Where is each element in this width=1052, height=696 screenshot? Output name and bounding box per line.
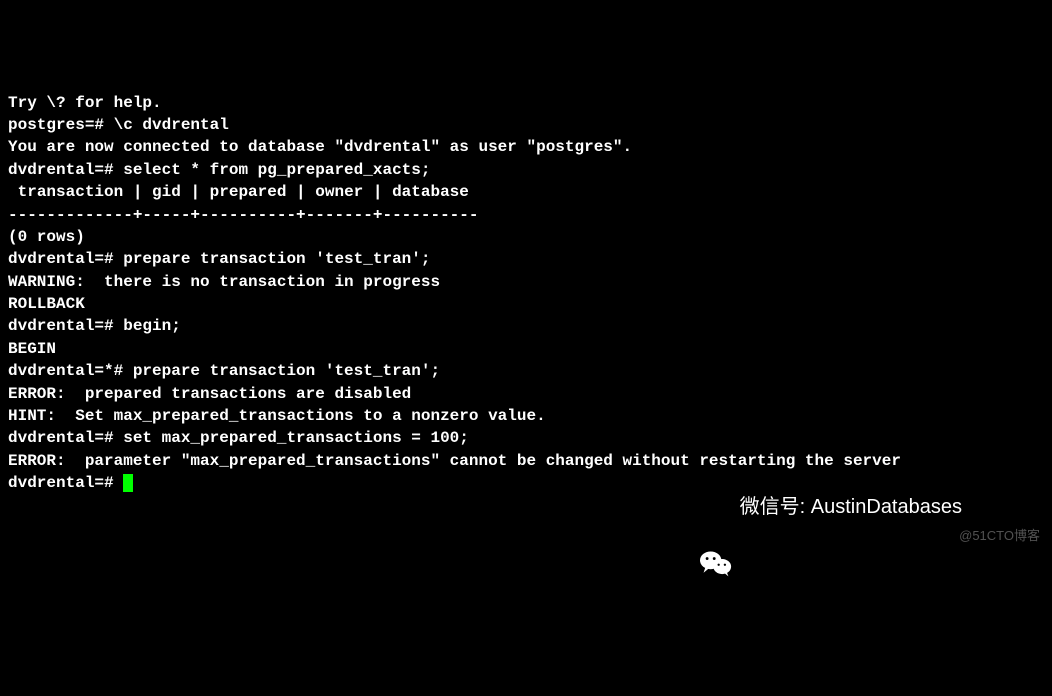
terminal-line: -------------+-----+----------+-------+-… <box>8 204 1044 226</box>
terminal-prompt: dvdrental=# <box>8 474 123 492</box>
terminal-line: dvdrental=*# prepare transaction 'test_t… <box>8 360 1044 382</box>
terminal-line: dvdrental=# begin; <box>8 315 1044 337</box>
wechat-label: 微信号: AustinDatabases <box>740 493 962 521</box>
watermark: @51CTO博客 <box>959 527 1040 545</box>
terminal-prompt-line: dvdrental=# <box>8 472 1044 494</box>
terminal-line: (0 rows) <box>8 226 1044 248</box>
terminal-line: transaction | gid | prepared | owner | d… <box>8 181 1044 203</box>
terminal-line: postgres=# \c dvdrental <box>8 114 1044 136</box>
terminal-line: HINT: Set max_prepared_transactions to a… <box>8 405 1044 427</box>
terminal-line: ERROR: prepared transactions are disable… <box>8 383 1044 405</box>
terminal-line: ERROR: parameter "max_prepared_transacti… <box>8 450 1044 472</box>
wechat-overlay: 微信号: AustinDatabases <box>700 493 962 521</box>
terminal-cursor[interactable] <box>123 474 133 492</box>
wechat-icon <box>700 493 732 521</box>
terminal-line: ROLLBACK <box>8 293 1044 315</box>
terminal-line: BEGIN <box>8 338 1044 360</box>
terminal-line: dvdrental=# select * from pg_prepared_xa… <box>8 159 1044 181</box>
terminal-line: You are now connected to database "dvdre… <box>8 136 1044 158</box>
terminal-line: dvdrental=# set max_prepared_transaction… <box>8 427 1044 449</box>
terminal-line: Try \? for help. <box>8 92 1044 114</box>
terminal-output[interactable]: Try \? for help.postgres=# \c dvdrentalY… <box>8 92 1044 495</box>
terminal-line: dvdrental=# prepare transaction 'test_tr… <box>8 248 1044 270</box>
terminal-line: WARNING: there is no transaction in prog… <box>8 271 1044 293</box>
